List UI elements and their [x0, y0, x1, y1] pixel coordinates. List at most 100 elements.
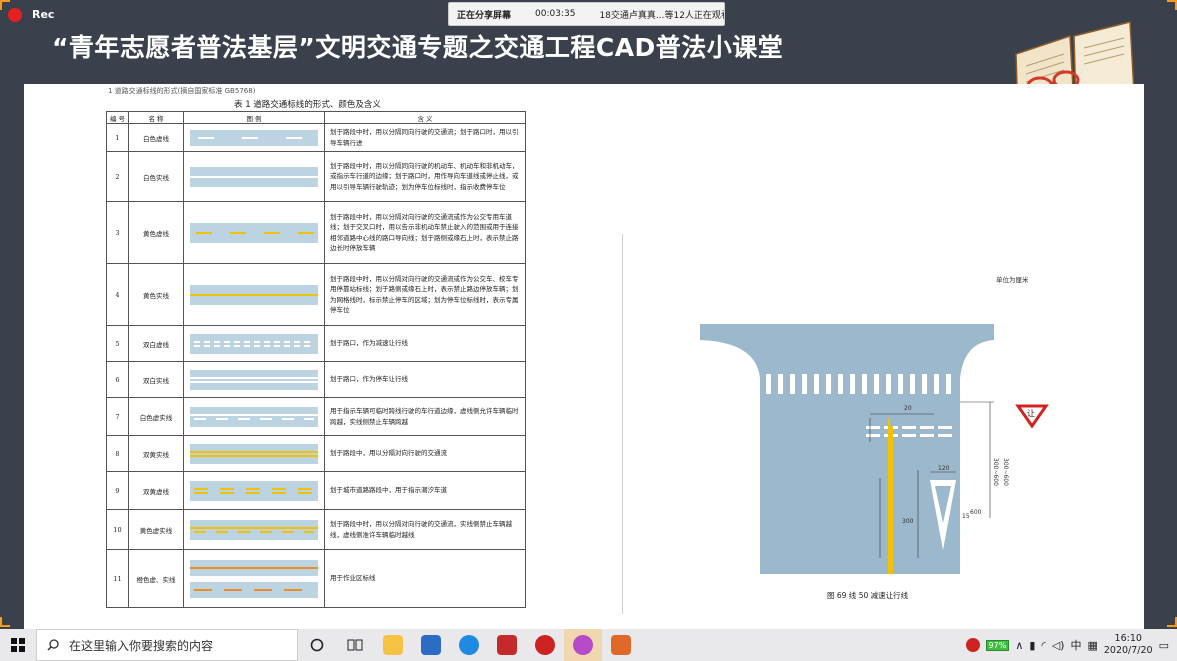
row-example	[183, 397, 325, 436]
lane-double-yellow-solid-illustration	[190, 443, 318, 464]
row-example	[183, 361, 325, 398]
recording-dot-icon	[8, 8, 22, 22]
dim-label-20: 20	[904, 405, 912, 412]
row-meaning: 划于路段中时，用以分隔同向行驶的机动车、机动车和非机动车，或指示车行道的边缘；划…	[324, 151, 526, 202]
dim-label-right: 300~600	[992, 458, 999, 486]
start-button[interactable]	[0, 629, 36, 661]
taskbar-app-active[interactable]	[564, 629, 602, 661]
table-row: 1 白色虚线 划于路段中时，用以分隔同向行驶的交通流；划于路口时，用以引导车辆行…	[106, 123, 526, 152]
taskbar-app-red[interactable]	[526, 629, 564, 661]
table-header-row: 编 号 名 称 图 例 含 义	[106, 111, 526, 124]
row-no: 10	[106, 509, 129, 550]
usb-icon[interactable]: ▮	[1029, 639, 1035, 652]
yield-sign-label: 让	[1027, 408, 1035, 418]
taskbar-app-word[interactable]	[412, 629, 450, 661]
table-row: 3 黄色虚线 划于路段中时，用以分隔对向行驶的交通流或作为公交专用车道线；划于交…	[106, 201, 526, 264]
header-no: 编 号	[106, 111, 129, 124]
share-viewers[interactable]: 18交通卢真真...等12人正在观看	[599, 8, 724, 21]
row-example	[183, 325, 325, 362]
lane-yellow-solid-illustration	[190, 284, 318, 305]
row-name: 白色虚线	[128, 123, 184, 152]
lane-white-dash-solid-illustration	[190, 406, 318, 427]
row-example	[183, 263, 325, 326]
taskbar-app-browser[interactable]	[450, 629, 488, 661]
search-icon	[47, 639, 59, 651]
table-row: 4 黄色实线 划于路段中时，用以分隔对向行驶的交通流或作为公交车、校车专用停靠站…	[106, 263, 526, 326]
row-no: 7	[106, 397, 129, 436]
row-example	[183, 123, 325, 152]
row-no: 11	[106, 549, 129, 608]
clock[interactable]: 16:10 2020/7/20	[1104, 633, 1153, 657]
volume-icon[interactable]: ◁)	[1052, 639, 1065, 652]
header-name: 名 称	[128, 111, 184, 124]
unit-label: 单位为厘米	[996, 276, 1029, 284]
dim-label-right2: 300~600	[1002, 458, 1009, 486]
recording-label: Rec	[32, 8, 55, 21]
row-name: 双白实线	[128, 361, 184, 398]
chevron-up-icon[interactable]: ∧	[1015, 639, 1023, 652]
row-no: 3	[106, 201, 129, 264]
lane-double-yellow-dashed-illustration	[190, 480, 318, 501]
lane-white-solid-illustration	[190, 166, 318, 187]
frame-corner-tr	[1167, 0, 1177, 10]
ime-indicator[interactable]: 中	[1070, 637, 1081, 653]
row-example	[183, 201, 325, 264]
taskbar: 在这里输入你要搜索的内容 97% ∧ ▮ ◜ ◁) 中 ▦ 16:10 2020…	[0, 629, 1177, 661]
lane-yellow-dashed-illustration	[190, 222, 318, 243]
row-meaning: 用于作业区标线	[324, 549, 526, 608]
browser-icon	[459, 635, 479, 655]
frame-corner-br	[1167, 617, 1177, 627]
dim-label-600: 600	[970, 509, 982, 516]
row-no: 2	[106, 151, 129, 202]
taskbar-app-powerpoint[interactable]	[602, 629, 640, 661]
wifi-icon[interactable]: ◜	[1041, 639, 1045, 652]
lane-orange-dashed-illustration	[190, 581, 318, 598]
share-status: 正在分享屏幕	[457, 10, 512, 21]
row-example	[183, 471, 325, 510]
row-meaning: 划于路段中时，用以分隔对向行驶的交通流或作为公交专用车道线；划于交叉口时，用以告…	[324, 201, 526, 264]
row-example	[183, 151, 325, 202]
slide-title: “青年志愿者普法基层”文明交通专题之交通工程CAD普法小课堂	[52, 33, 784, 62]
row-no: 9	[106, 471, 129, 510]
document-section-caption: 1 道路交通标线的形式(摘自国家标准 GB5768)	[108, 87, 256, 95]
row-meaning: 划于路段中时，用以分隔对向行驶的交通流，实线侧禁止车辆越线，虚线侧准许车辆临时越…	[324, 509, 526, 550]
taskbar-app-file-explorer[interactable]	[374, 629, 412, 661]
keyboard-layout-icon[interactable]: ▦	[1087, 639, 1097, 652]
share-timer: 00:03:35	[535, 9, 576, 19]
lane-double-white-dashed-illustration	[190, 333, 318, 354]
screen-share-status-bar[interactable]: 正在分享屏幕 00:03:35 18交通卢真真...等12人正在观看	[448, 2, 725, 26]
taskbar-app-pdf[interactable]	[488, 629, 526, 661]
row-meaning: 划于路段中，用以分隔对向行驶的交通流	[324, 435, 526, 472]
taskbar-search-box[interactable]: 在这里输入你要搜索的内容	[36, 629, 298, 661]
row-meaning: 划于路段中时，用以分隔同向行驶的交通流；划于路口时，用以引导车辆行进	[324, 123, 526, 152]
row-name: 黄色实线	[128, 263, 184, 326]
row-name: 白色实线	[128, 151, 184, 202]
yield-line-diagram: 20 120 300 600 15 300~600 300~600 让	[700, 324, 1049, 574]
row-meaning: 划于路口，作为停车让行线	[324, 361, 526, 398]
task-view-button[interactable]	[336, 629, 374, 661]
frame-corner-bl	[0, 617, 10, 627]
table-row: 5 双白虚线 划于路口，作为减速让行线	[106, 325, 526, 362]
system-tray: 97% ∧ ▮ ◜ ◁) 中 ▦ 16:10 2020/7/20 ▭	[965, 629, 1177, 661]
screen-share-window: Rec 正在分享屏幕 00:03:35 18交通卢真真...等12人正在观看 “…	[0, 0, 1177, 661]
row-name: 双黄实线	[128, 435, 184, 472]
lane-orange-solid-illustration	[190, 559, 318, 576]
row-name: 橙色虚、实线	[128, 549, 184, 608]
notification-center-icon[interactable]: ▭	[1159, 639, 1169, 652]
search-placeholder: 在这里输入你要搜索的内容	[69, 638, 214, 653]
row-example	[183, 509, 325, 550]
battery-indicator[interactable]: 97%	[985, 639, 1010, 651]
app-red-icon	[535, 635, 555, 655]
pdf-icon	[497, 635, 517, 655]
table-row: 2 白色实线 划于路段中时，用以分隔同向行驶的机动车、机动车和非机动车，或指示车…	[106, 151, 526, 202]
table-row: 9 双黄虚线 划于城市道路路段中，用于指示潮汐车道	[106, 471, 526, 510]
tray-app-icon[interactable]	[965, 638, 980, 652]
row-example	[183, 549, 325, 608]
table-row: 8 双黄实线 划于路段中，用以分隔对向行驶的交通流	[106, 435, 526, 472]
table-row: 10 黄色虚实线 划于路段中时，用以分隔对向行驶的交通流，实线侧禁止车辆越线，虚…	[106, 509, 526, 550]
cortana-button[interactable]	[298, 629, 336, 661]
task-view-icon	[347, 639, 363, 651]
header-meaning: 含 义	[324, 111, 526, 124]
marking-table: 编 号 名 称 图 例 含 义 1 白色虚线 划于路段中时，用以分隔同向行驶的交…	[106, 111, 526, 608]
row-name: 双白虚线	[128, 325, 184, 362]
